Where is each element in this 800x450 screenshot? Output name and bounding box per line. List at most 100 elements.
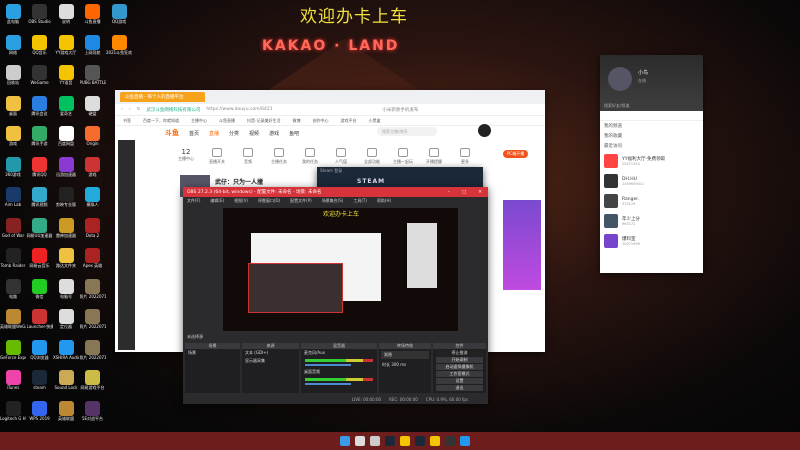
bookmark[interactable]: 斗鱼直播 bbox=[219, 118, 235, 124]
yy-group[interactable]: 最近访问 bbox=[600, 141, 703, 151]
obs-window[interactable]: OBS 27.2.3 (64-bit, windows) - 配置文件: 未命名… bbox=[183, 187, 488, 404]
feature-item[interactable]: 人气值 bbox=[330, 148, 352, 165]
control-button[interactable]: 开始录制 bbox=[436, 357, 483, 363]
desktop-icon[interactable]: Sound Lock bbox=[53, 370, 79, 390]
qq-browser-icon[interactable] bbox=[460, 436, 470, 446]
desktop-icon[interactable]: XSHIRA Audio bbox=[53, 339, 79, 360]
task-view-icon[interactable] bbox=[370, 436, 380, 446]
mixer-dock[interactable]: 混音器 麦克风/Aux 桌面音频 bbox=[301, 343, 377, 393]
transition-select[interactable]: 渐隐 bbox=[381, 351, 429, 359]
yy-icon[interactable] bbox=[400, 436, 410, 446]
desktop-icon[interactable]: 迅游加速器 bbox=[53, 156, 79, 177]
desktop-icon[interactable]: Apex 英雄 bbox=[80, 248, 106, 268]
desktop-icon[interactable]: 腾讯视频 bbox=[27, 187, 53, 207]
desktop-icon[interactable]: 桌面 bbox=[0, 95, 26, 116]
nav-item[interactable]: 分类 bbox=[229, 130, 239, 137]
desktop-icon[interactable]: 英雄联盟WeGame版 bbox=[0, 309, 26, 329]
menu-item[interactable]: 编辑(E) bbox=[210, 198, 224, 204]
desktop-icon[interactable]: 英雄联盟 bbox=[53, 400, 79, 421]
desktop-icon[interactable]: 腾讯手游 bbox=[27, 126, 53, 146]
menu-item[interactable]: 视图(V) bbox=[234, 198, 248, 204]
desktop-icon[interactable]: Origin bbox=[80, 126, 106, 146]
nav-item[interactable]: 视频 bbox=[249, 130, 259, 137]
desktop-icon[interactable]: YY语音 bbox=[53, 65, 79, 85]
desktop-icon[interactable]: 电脑号 bbox=[53, 278, 79, 299]
yy-panel[interactable]: 小鸟 在线 搜索好友/频道 我的频道 我的收藏 最近访问 YY福利大厅-免费领取 255… bbox=[600, 55, 703, 273]
desktop-icon[interactable]: 照片 20220716 bbox=[80, 278, 106, 299]
source-item[interactable]: 显示器采集 bbox=[242, 357, 299, 365]
avatar[interactable] bbox=[478, 124, 491, 137]
bookmark[interactable]: 百度一下，你就知道 bbox=[143, 118, 179, 124]
feature-item[interactable]: 我的任务 bbox=[299, 148, 321, 165]
desktop-icon[interactable]: 剪映专业版 bbox=[53, 187, 79, 207]
desktop-icon[interactable]: iTunes bbox=[0, 370, 26, 390]
channel-item[interactable]: 爆料室 20071996 bbox=[600, 231, 703, 251]
desktop-icon[interactable]: WPS 2019 bbox=[27, 400, 53, 421]
menu-item[interactable]: 场景集合(S) bbox=[322, 198, 344, 204]
desktop-icon[interactable]: 网易游戏平台 bbox=[80, 370, 106, 390]
channel-item[interactable]: Ranger. 375129 bbox=[600, 191, 703, 211]
bookmark[interactable]: 主播中心 bbox=[191, 118, 207, 124]
source-item[interactable]: 文本 (GDI+) bbox=[242, 349, 299, 357]
address-bar[interactable]: https://www.douyu.com/6421 bbox=[206, 107, 376, 112]
pc-live-button[interactable]: PC端开播 bbox=[503, 150, 529, 158]
desktop-icon[interactable]: 360游戏 bbox=[0, 156, 26, 177]
desktop-icon[interactable]: 5E对战平台 bbox=[80, 400, 106, 421]
desktop-icon[interactable]: 网易云音乐 bbox=[27, 248, 53, 268]
menu-item[interactable]: 配置文件(P) bbox=[290, 198, 312, 204]
steam-icon[interactable] bbox=[385, 436, 395, 446]
yy-search-input[interactable]: 搜索好友/频道 bbox=[600, 103, 703, 111]
yy-group[interactable]: 我的频道 bbox=[600, 121, 703, 131]
menu-item[interactable]: 帮助(H) bbox=[377, 198, 391, 204]
reload-icon[interactable]: ↻ bbox=[137, 107, 141, 112]
desktop-icon[interactable]: QQ浏览器 bbox=[27, 339, 53, 360]
desktop-icon[interactable]: 网络 bbox=[0, 34, 26, 55]
menu-item[interactable]: 文件(F) bbox=[187, 198, 200, 204]
yy-group[interactable]: 我的收藏 bbox=[600, 131, 703, 141]
yy-tabs[interactable] bbox=[600, 111, 703, 121]
window-controls[interactable]: – □ ✕ bbox=[448, 190, 488, 195]
desktop-icon[interactable]: WeGame bbox=[27, 65, 53, 85]
control-button[interactable]: 工作室模式 bbox=[436, 371, 483, 377]
desktop-icon[interactable]: steam bbox=[27, 370, 53, 390]
duration-input[interactable]: 300 ms bbox=[391, 362, 406, 367]
desktop-icon[interactable]: 游戏 bbox=[80, 156, 106, 177]
scene-item[interactable]: 场景 bbox=[185, 349, 240, 357]
close-icon[interactable]: ✕ bbox=[478, 190, 482, 195]
channel-item[interactable]: DH.HU 1459609011 bbox=[600, 171, 703, 191]
scenes-dock[interactable]: 场景 场景 bbox=[185, 343, 240, 393]
desktop-icon[interactable]: 照片 20220717 bbox=[80, 339, 106, 360]
bookmark[interactable]: 书签 bbox=[123, 118, 131, 124]
start-icon[interactable] bbox=[340, 436, 350, 446]
back-icon[interactable]: ‹ bbox=[121, 107, 123, 112]
desktop-icon[interactable]: PUBG BATTLEGR... bbox=[80, 65, 106, 85]
nav-item[interactable]: 鱼吧 bbox=[289, 130, 299, 137]
obs-preview[interactable]: 欢迎办卡上车 bbox=[223, 208, 458, 331]
bookmark[interactable]: 游戏平台 bbox=[340, 118, 356, 124]
desktop-icon[interactable]: QQ音乐 bbox=[27, 34, 53, 55]
desktop-icon[interactable]: 微信 bbox=[27, 278, 53, 299]
promo-banner[interactable] bbox=[503, 200, 541, 290]
room-title[interactable]: 武仔：只为一人撞 bbox=[215, 177, 263, 186]
desktop-icon[interactable]: 回收站 bbox=[0, 65, 26, 85]
volume-slider[interactable] bbox=[305, 364, 351, 366]
desktop-icon[interactable]: Logitech G HUB bbox=[0, 400, 26, 421]
steam-icon[interactable] bbox=[415, 436, 425, 446]
feature-item[interactable]: 12 主播中心 bbox=[175, 148, 197, 165]
desktop-icon[interactable]: 说明 bbox=[53, 4, 79, 24]
yy-icon[interactable] bbox=[430, 436, 440, 446]
feature-item[interactable]: 音频 bbox=[237, 148, 259, 165]
desktop-icon[interactable]: 斗鱼直播 bbox=[80, 4, 106, 24]
desktop-icon[interactable]: 爱奇艺 bbox=[53, 95, 79, 116]
menu-item[interactable]: 停靠窗口(D) bbox=[258, 198, 280, 204]
nav-item[interactable]: 首页 bbox=[189, 130, 199, 137]
feature-item[interactable]: 主播任务 bbox=[268, 148, 290, 165]
desktop-icon[interactable]: 2021斗鱼狂欢节 bbox=[106, 34, 132, 55]
desktop-icon[interactable]: 腾讯QQ bbox=[27, 156, 53, 177]
desktop-icon[interactable]: Dota 2 bbox=[80, 217, 106, 238]
desktop-icon[interactable]: 此电脑 bbox=[0, 4, 26, 24]
nav-item[interactable]: 直播 bbox=[209, 130, 219, 137]
maximize-icon[interactable]: □ bbox=[462, 190, 466, 195]
feature-item[interactable]: 更多 bbox=[454, 148, 476, 165]
control-button[interactable]: 退出 bbox=[436, 385, 483, 391]
